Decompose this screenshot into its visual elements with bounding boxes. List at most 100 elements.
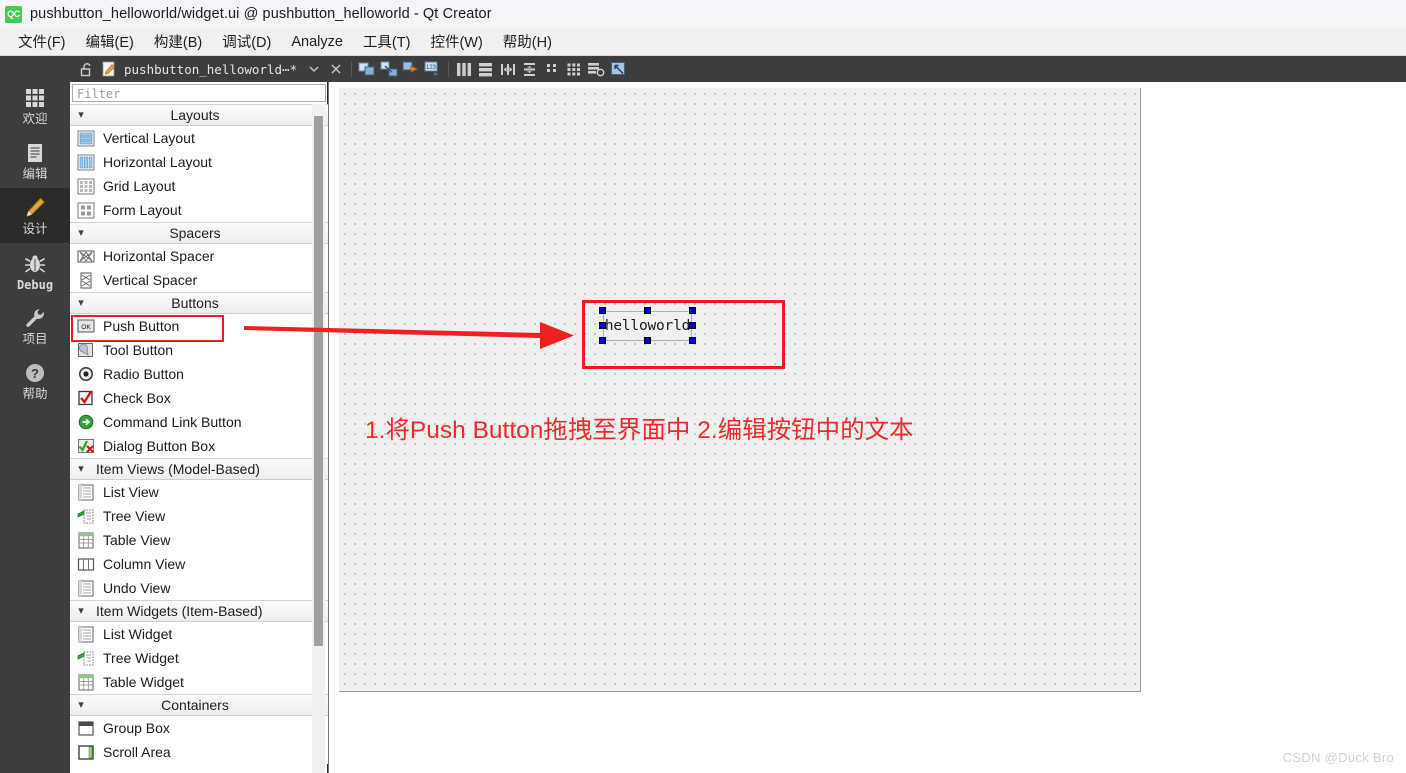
widget-item-table-widget[interactable]: Table Widget xyxy=(70,670,328,694)
mode-item-welcome[interactable]: 欢迎 xyxy=(0,78,70,133)
widget-item-tool-button[interactable]: Tool Button xyxy=(70,338,328,362)
edit-buddies-icon[interactable] xyxy=(400,59,422,79)
layout-horizontally-icon[interactable] xyxy=(453,59,475,79)
selection-handle-bottom-right[interactable] xyxy=(689,337,696,344)
chevron-down-icon: ▾ xyxy=(78,604,84,617)
mode-label-help: 帮助 xyxy=(22,387,48,402)
vertical-layout-icon xyxy=(76,129,96,148)
widget-item-label: Grid Layout xyxy=(103,178,176,194)
mode-item-edit[interactable]: 编辑 xyxy=(0,133,70,188)
form-layout-icon xyxy=(76,201,96,220)
widget-item-table-view[interactable]: Table View xyxy=(70,528,328,552)
widget-item-radio-button[interactable]: Radio Button xyxy=(70,362,328,386)
widget-group-item-views[interactable]: ▾ Item Views (Model-Based) xyxy=(70,458,328,480)
selection-handle-bottom-center[interactable] xyxy=(644,337,651,344)
command-link-button-icon xyxy=(76,413,96,432)
check-box-icon xyxy=(76,389,96,408)
widget-item-command-link-button[interactable]: Command Link Button xyxy=(70,410,328,434)
menu-file[interactable]: 文件(F) xyxy=(8,29,76,54)
widget-group-containers[interactable]: ▾ Containers xyxy=(70,694,328,716)
mode-item-projects[interactable]: 项目 xyxy=(0,298,70,353)
scrollbar-thumb[interactable] xyxy=(314,116,323,646)
menu-debug[interactable]: 调试(D) xyxy=(212,29,281,54)
instruction-annotation-text: 1.将Push Button拖拽至界面中 2.编辑按钮中的文本 xyxy=(365,417,914,444)
widget-item-column-view[interactable]: Column View xyxy=(70,552,328,576)
open-file-name[interactable]: pushbutton_helloworld⋯* xyxy=(124,62,297,77)
layout-vertically-icon[interactable] xyxy=(475,59,497,79)
layout-form-icon[interactable] xyxy=(541,59,563,79)
ui-file-icon xyxy=(98,59,120,79)
widget-item-label: Table Widget xyxy=(103,674,184,690)
widget-group-buttons[interactable]: ▾ Buttons xyxy=(70,292,328,314)
horizontal-layout-icon xyxy=(76,153,96,172)
menu-tools[interactable]: 工具(T) xyxy=(353,29,421,54)
edit-widgets-icon[interactable] xyxy=(356,59,378,79)
widget-filter-input[interactable]: Filter xyxy=(72,84,326,102)
widget-group-spacers[interactable]: ▾ Spacers xyxy=(70,222,328,244)
widget-item-tree-view[interactable]: Tree View xyxy=(70,504,328,528)
edit-signals-slots-icon[interactable] xyxy=(378,59,400,79)
mode-label-edit: 编辑 xyxy=(22,167,48,182)
chevron-down-icon[interactable] xyxy=(303,59,325,79)
editor-tool-strip: pushbutton_helloworld⋯* 123 xyxy=(70,56,1406,82)
widget-item-label: Tree Widget xyxy=(103,650,179,666)
widget-item-group-box[interactable]: Group Box xyxy=(70,716,328,740)
svg-text:123: 123 xyxy=(426,65,437,71)
selection-handle-top-right[interactable] xyxy=(689,307,696,314)
toolbar-separator-1 xyxy=(351,61,353,77)
layout-vertical-splitter-icon[interactable] xyxy=(519,59,541,79)
selection-handle-top-center[interactable] xyxy=(644,307,651,314)
widget-item-undo-view[interactable]: Undo View xyxy=(70,576,328,600)
widget-item-vertical-spacer[interactable]: Vertical Spacer xyxy=(70,268,328,292)
layout-horizontal-splitter-icon[interactable] xyxy=(497,59,519,79)
widget-item-push-button[interactable]: OK Push Button xyxy=(70,314,328,338)
mode-label-welcome: 欢迎 xyxy=(22,112,48,127)
widget-box-list[interactable]: ▾ Layouts Vertical Layout Horizontal Lay… xyxy=(70,104,328,773)
widget-group-layouts[interactable]: ▾ Layouts xyxy=(70,104,328,126)
widget-group-item-widgets[interactable]: ▾ Item Widgets (Item-Based) xyxy=(70,600,328,622)
menu-build[interactable]: 构建(B) xyxy=(144,29,212,54)
undo-view-icon xyxy=(76,579,96,598)
menu-edit[interactable]: 编辑(E) xyxy=(76,29,144,54)
widget-box-scrollbar[interactable] xyxy=(312,104,325,773)
mode-item-help[interactable]: ? 帮助 xyxy=(0,353,70,408)
selection-handle-top-left[interactable] xyxy=(599,307,606,314)
layout-grid-icon[interactable] xyxy=(563,59,585,79)
mode-item-debug[interactable]: Debug xyxy=(0,243,70,298)
list-widget-icon xyxy=(76,625,96,644)
widget-item-horizontal-layout[interactable]: Horizontal Layout xyxy=(70,150,328,174)
widget-item-vertical-layout[interactable]: Vertical Layout xyxy=(70,126,328,150)
document-icon xyxy=(22,140,48,166)
table-view-icon xyxy=(76,531,96,550)
widget-item-grid-layout[interactable]: Grid Layout xyxy=(70,174,328,198)
widget-item-dialog-button-box[interactable]: Dialog Button Box xyxy=(70,434,328,458)
form-canvas[interactable]: helloworld xyxy=(339,88,1141,692)
break-layout-icon[interactable] xyxy=(585,59,607,79)
menu-analyze[interactable]: Analyze xyxy=(281,32,353,52)
close-icon[interactable] xyxy=(325,59,347,79)
mode-selector-bar: 欢迎 编辑 设计 Debug 项目 ? 帮助 xyxy=(0,56,70,773)
widget-item-horizontal-spacer[interactable]: Horizontal Spacer xyxy=(70,244,328,268)
widget-item-form-layout[interactable]: Form Layout xyxy=(70,198,328,222)
mode-item-design[interactable]: 设计 xyxy=(0,188,70,243)
selection-handle-middle-left[interactable] xyxy=(599,322,606,329)
menu-widgets[interactable]: 控件(W) xyxy=(420,29,492,54)
adjust-size-icon[interactable] xyxy=(607,59,629,79)
chevron-down-icon: ▾ xyxy=(78,462,84,475)
selection-handle-middle-right[interactable] xyxy=(689,322,696,329)
grid-layout-icon xyxy=(76,177,96,196)
widget-item-scroll-area[interactable]: Scroll Area xyxy=(70,740,328,764)
menu-help[interactable]: 帮助(H) xyxy=(493,29,562,54)
edit-tab-order-icon[interactable]: 123 xyxy=(422,59,444,79)
widget-item-list-widget[interactable]: List Widget xyxy=(70,622,328,646)
widget-item-tree-widget[interactable]: Tree Widget xyxy=(70,646,328,670)
mode-label-design: 设计 xyxy=(22,222,48,237)
selection-handle-bottom-left[interactable] xyxy=(599,337,606,344)
widget-item-check-box[interactable]: Check Box xyxy=(70,386,328,410)
group-box-icon xyxy=(76,719,96,738)
widget-item-label: Undo View xyxy=(103,580,171,596)
unlock-icon[interactable] xyxy=(76,59,98,79)
wrench-icon xyxy=(22,305,48,331)
widget-item-label: Horizontal Spacer xyxy=(103,248,215,264)
widget-item-list-view[interactable]: List View xyxy=(70,480,328,504)
